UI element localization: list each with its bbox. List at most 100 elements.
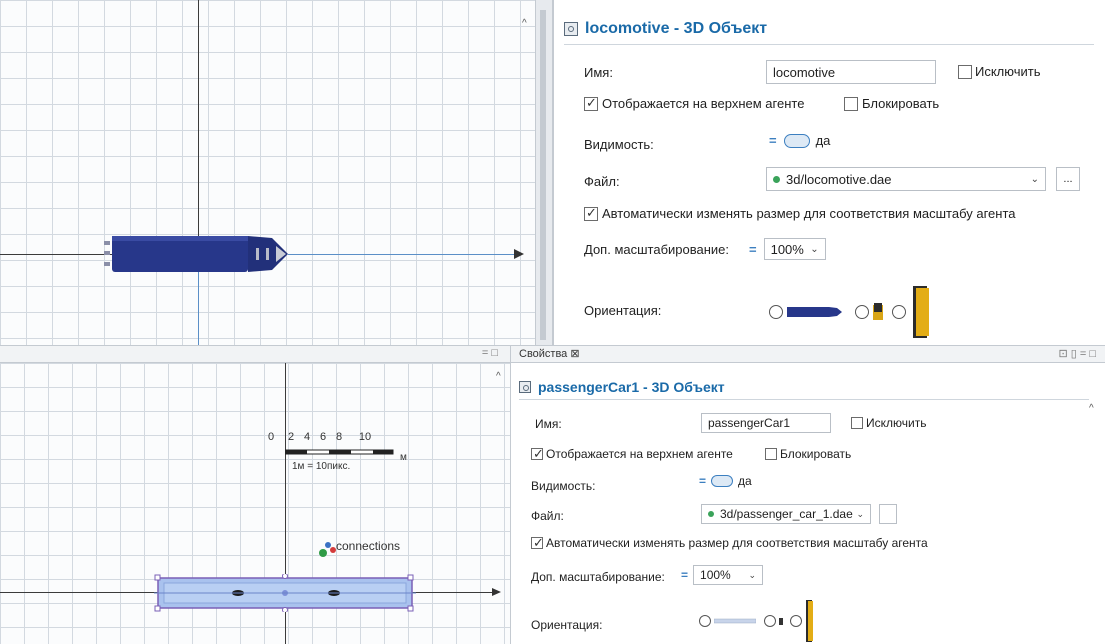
orientation-radio-top[interactable]	[892, 305, 906, 319]
locomotive-top-icon	[913, 286, 929, 338]
passenger-car-top-icon	[806, 600, 813, 642]
file-status-icon	[773, 175, 780, 183]
show-top-agent-checkbox[interactable]: Отображается на верхнем агенте	[584, 95, 805, 111]
exclude-check-box[interactable]	[851, 417, 863, 429]
object-3d-icon	[564, 22, 578, 36]
top-canvas-view[interactable]: ^	[0, 0, 535, 345]
name-label: Имя:	[535, 417, 562, 431]
x-axis-left	[0, 592, 158, 593]
lock-label: Блокировать	[780, 447, 852, 461]
static-value-icon[interactable]: =	[681, 568, 688, 582]
top-properties-header: locomotive - 3D Объект	[564, 20, 767, 38]
visibility-control[interactable]: = да	[769, 133, 830, 148]
scale-label: Доп. масштабирование:	[531, 570, 665, 584]
file-label: Файл:	[584, 174, 620, 189]
x-axis-left	[0, 254, 112, 255]
visibility-label: Видимость:	[584, 137, 654, 152]
scale-bar-ticks: 0 2 4 6 8 10	[263, 431, 373, 443]
chevron-down-icon: ⌄	[810, 243, 819, 255]
file-value: 3d/passenger_car_1.dae	[720, 507, 853, 521]
bottom-header-separator	[519, 399, 1089, 400]
file-status-icon	[708, 511, 714, 517]
name-value: locomotive	[773, 64, 836, 80]
name-input[interactable]: locomotive	[766, 60, 936, 84]
file-dropdown[interactable]: 3d/passenger_car_1.dae ⌄	[701, 504, 871, 524]
exclude-label: Исключить	[866, 416, 927, 430]
bottom-view-tabbar: = □	[0, 345, 510, 363]
bottom-title: passengerCar1 - 3D Объект	[538, 379, 725, 395]
x-axis-arrow	[492, 588, 501, 596]
name-label: Имя:	[584, 65, 613, 80]
browse-button[interactable]: ...	[1056, 167, 1080, 191]
scroll-up-arrow[interactable]: ^	[496, 371, 501, 382]
browse-button[interactable]	[879, 504, 897, 524]
scale-tick: 6	[319, 431, 327, 443]
top-properties-panel: locomotive - 3D Объект Имя: locomotive И…	[553, 0, 1105, 345]
auto-resize-checkbox[interactable]: Автоматически изменять размер для соотве…	[531, 535, 928, 551]
auto-resize-label: Автоматически изменять размер для соотве…	[602, 206, 1016, 221]
file-dropdown[interactable]: 3d/locomotive.dae ⌄	[766, 167, 1046, 191]
visibility-toggle[interactable]	[711, 475, 734, 487]
scale-value: 100%	[700, 568, 731, 582]
x-axis-arrow	[514, 249, 524, 259]
scale-dropdown[interactable]: 100% ⌄	[763, 238, 826, 260]
locomotive-side-icon	[787, 307, 842, 317]
orientation-options	[699, 600, 814, 642]
x-axis-right	[288, 254, 520, 255]
scale-control[interactable]: = 100% ⌄	[749, 238, 826, 260]
passenger-car-model[interactable]	[154, 574, 416, 612]
show-top-agent-check-box[interactable]	[584, 95, 598, 111]
locomotive-model[interactable]	[100, 232, 292, 276]
bottom-properties-panel: Свойства ⊠ ⊡ ▯ = □ passengerCar1 - 3D Об…	[510, 345, 1105, 644]
properties-tab[interactable]: Свойства ⊠	[519, 347, 580, 360]
auto-resize-check-box[interactable]	[531, 535, 544, 551]
exclude-checkbox[interactable]: Исключить	[958, 64, 1041, 79]
name-input[interactable]: passengerCar1	[701, 413, 831, 433]
static-value-icon[interactable]: =	[749, 242, 757, 257]
browse-label: ...	[1063, 173, 1073, 185]
chevron-down-icon: ⌄	[748, 569, 757, 580]
properties-scroll-up[interactable]: ^	[1089, 403, 1094, 414]
orientation-options	[769, 286, 931, 338]
static-value-icon[interactable]: =	[699, 474, 706, 488]
orientation-radio-top[interactable]	[790, 615, 802, 627]
properties-tab-controls[interactable]: ⊡ ▯ = □	[1058, 347, 1096, 360]
chevron-down-icon: ⌄	[856, 508, 864, 519]
lock-checkbox[interactable]: Блокировать	[765, 447, 851, 461]
scale-control[interactable]: = 100% ⌄	[681, 565, 764, 585]
scale-bar-unit: м	[400, 452, 407, 463]
lock-label: Блокировать	[862, 96, 940, 111]
orientation-label: Ориентация:	[531, 618, 603, 632]
connections-label: connections	[336, 539, 401, 553]
scale-dropdown[interactable]: 100% ⌄	[693, 565, 764, 585]
auto-resize-check-box[interactable]	[584, 205, 598, 221]
lock-checkbox[interactable]: Блокировать	[844, 96, 939, 111]
show-top-agent-check-box[interactable]	[531, 446, 544, 462]
view-tab-controls[interactable]: = □	[482, 347, 498, 359]
top-title: locomotive - 3D Объект	[585, 20, 768, 37]
lock-check-box[interactable]	[765, 448, 777, 460]
show-top-label: Отображается на верхнем агенте	[602, 96, 805, 111]
orientation-radio-side[interactable]	[769, 305, 783, 319]
orientation-label: Ориентация:	[584, 303, 662, 318]
vertical-scrollbar-top[interactable]	[540, 10, 546, 340]
exclude-checkbox[interactable]: Исключить	[851, 416, 926, 430]
bottom-properties-header: passengerCar1 - 3D Объект	[519, 379, 725, 395]
visibility-toggle[interactable]	[783, 133, 810, 148]
visibility-value: да	[738, 474, 752, 488]
connections-icon[interactable]	[318, 540, 336, 558]
orientation-radio-side[interactable]	[699, 615, 711, 627]
bottom-canvas-view[interactable]: 0 2 4 6 8 10 м 1м = 10пикс. connections …	[0, 363, 510, 644]
auto-resize-checkbox[interactable]: Автоматически изменять размер для соотве…	[584, 205, 1016, 221]
static-value-icon[interactable]: =	[769, 133, 777, 148]
show-top-agent-checkbox[interactable]: Отображается на верхнем агенте	[531, 446, 733, 462]
scroll-up-arrow[interactable]: ^	[522, 18, 532, 29]
lock-check-box[interactable]	[844, 96, 858, 111]
orientation-radio-front[interactable]	[764, 615, 776, 627]
visibility-control[interactable]: = да	[699, 474, 752, 488]
orientation-radio-front[interactable]	[855, 305, 869, 319]
scale-bar-ruler	[285, 449, 394, 455]
scale-bar-ratio: 1м = 10пикс.	[292, 461, 351, 472]
exclude-label: Исключить	[975, 64, 1041, 79]
exclude-check-box[interactable]	[958, 64, 972, 79]
